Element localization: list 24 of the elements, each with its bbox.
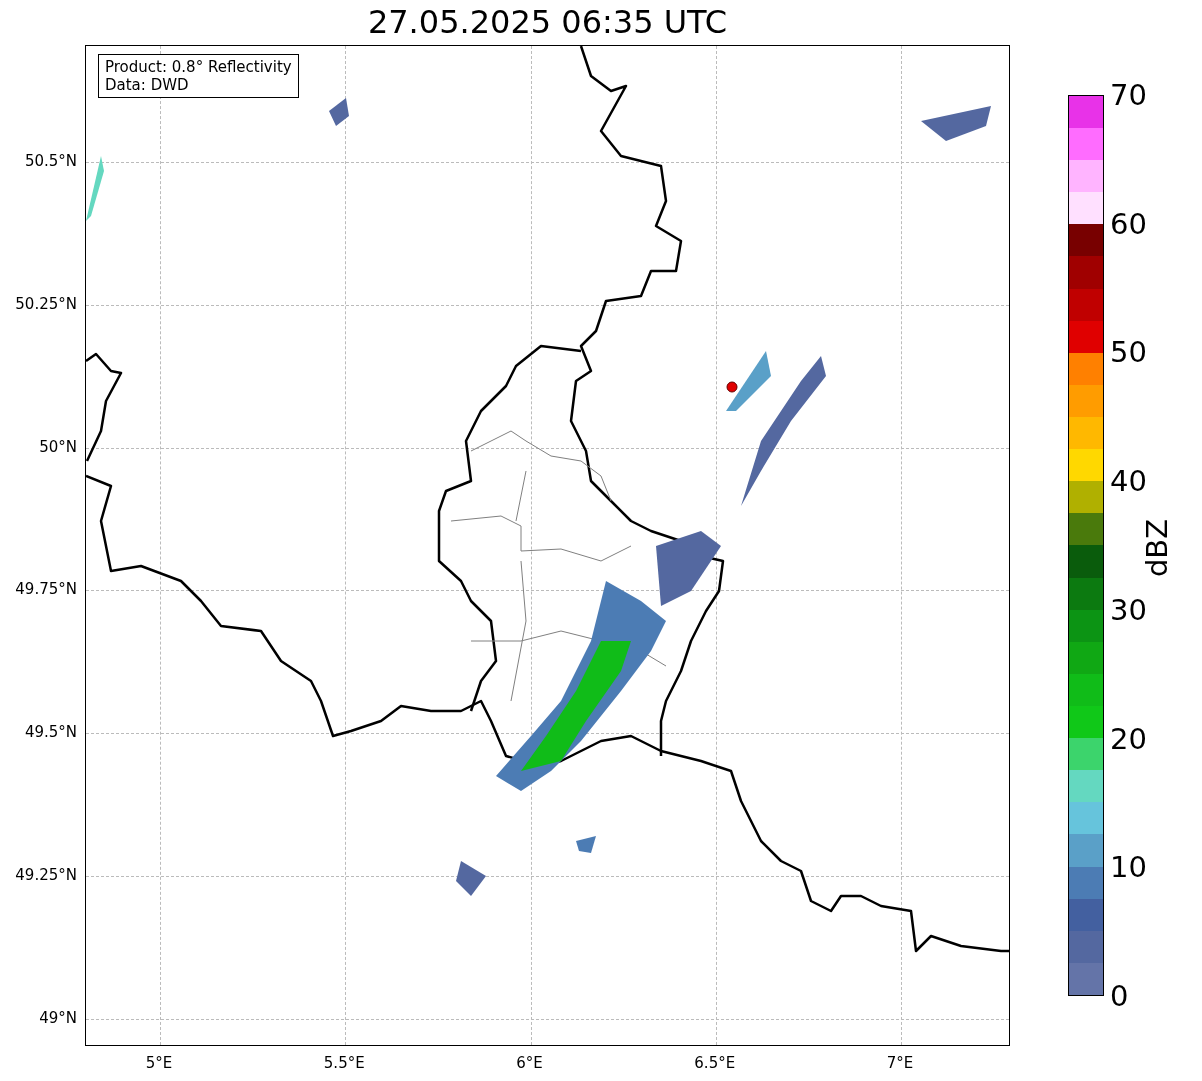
axis-tick-label: 49.25°N	[15, 866, 77, 884]
axis-tick-label: 50°N	[39, 437, 77, 456]
axis-tick-label: 49.5°N	[24, 723, 77, 742]
axis-tick-label: 5°E	[145, 1053, 173, 1074]
colorbar-tick-label: 50	[1110, 336, 1147, 369]
info-text: Product: 0.8° Reflectivity	[105, 58, 292, 76]
axis-tick-label: 7°E	[886, 1053, 914, 1074]
axis-tick-label: 6.5°E	[694, 1053, 736, 1074]
colorbar-tick-label: 60	[1110, 207, 1147, 240]
axis-tick-label: 50.5°N	[24, 152, 77, 170]
axis-tick-label: 49°N	[39, 1008, 77, 1027]
info-text: Data: DWD	[105, 76, 190, 94]
colorbar-tick-label: 20	[1110, 722, 1147, 755]
chart-title: 27.05.2025 06:35 UTC	[367, 3, 728, 41]
axis-tick-label: 49.75°N	[15, 580, 77, 599]
axis-tick-label: 5.5°E	[323, 1053, 365, 1074]
colorbar-tick-label: 30	[1110, 593, 1147, 626]
colorbar-label: dBZ	[1139, 518, 1176, 578]
colorbar-tick-label: 70	[1110, 79, 1147, 111]
colorbar-tick-label: 10	[1110, 851, 1147, 884]
colorbar-tick-label: 0	[1110, 980, 1129, 1012]
colorbar-tick-label: 40	[1110, 465, 1147, 498]
axis-tick-label: 6°E	[516, 1053, 543, 1074]
axis-tick-label: 50.25°N	[15, 294, 77, 313]
